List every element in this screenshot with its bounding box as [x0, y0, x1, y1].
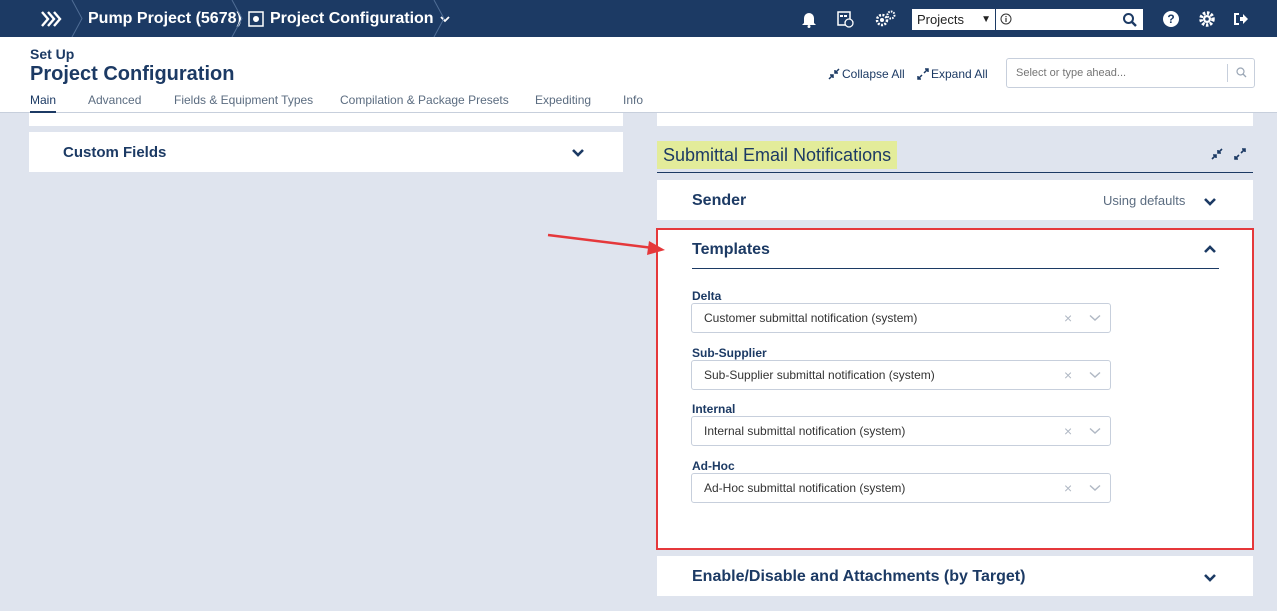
breadcrumb-separator-icon: [433, 0, 445, 37]
sender-panel[interactable]: Sender Using defaults: [657, 180, 1253, 220]
tab-advanced[interactable]: Advanced: [88, 93, 141, 113]
breadcrumb-separator-icon: [231, 0, 243, 37]
info-icon: [1000, 13, 1012, 25]
previous-panel-bottom: [657, 113, 1253, 126]
breadcrumb-config-label: Project Configuration: [270, 9, 434, 27]
project-scope-value: Projects: [917, 12, 964, 27]
expand-all-button[interactable]: Expand All: [917, 67, 988, 81]
project-scope-select[interactable]: Projects ▼: [912, 9, 995, 30]
chevron-down-icon[interactable]: [1203, 573, 1217, 583]
tab-main[interactable]: Main: [30, 93, 57, 113]
expand-arrows-icon: [917, 68, 929, 80]
menu-icon[interactable]: [40, 8, 62, 30]
svg-text:?: ?: [1167, 12, 1174, 26]
caret-down-icon: ▼: [981, 14, 991, 25]
chevron-down-icon[interactable]: [1203, 197, 1217, 207]
breadcrumb-project-label: Pump Project (5678): [88, 9, 242, 27]
page-title: Project Configuration: [30, 63, 235, 85]
config-gear-icon: [248, 10, 264, 27]
logout-icon[interactable]: [1230, 8, 1252, 30]
tab-info[interactable]: Info: [623, 93, 643, 113]
collapse-arrows-icon: [828, 68, 840, 80]
setup-label: Set Up: [30, 46, 75, 62]
tab-compilation-package-presets[interactable]: Compilation & Package Presets: [340, 93, 509, 113]
custom-fields-panel[interactable]: Custom Fields: [29, 132, 623, 172]
collapse-all-button[interactable]: Collapse All: [828, 67, 905, 81]
page-header: Set Up Project Configuration Main Advanc…: [0, 37, 1277, 113]
enable-disable-title: Enable/Disable and Attachments (by Targe…: [692, 568, 1026, 585]
breadcrumb-separator-icon: [71, 0, 83, 37]
gear-icon[interactable]: [1196, 8, 1218, 30]
typeahead-divider: [1227, 64, 1228, 82]
enable-disable-panel[interactable]: Enable/Disable and Attachments (by Targe…: [657, 556, 1253, 596]
expand-all-label: Expand All: [931, 67, 988, 81]
custom-fields-title: Custom Fields: [63, 144, 167, 161]
calendar-icon[interactable]: [834, 8, 856, 30]
collapse-all-label: Collapse All: [842, 67, 905, 81]
bell-icon[interactable]: [798, 8, 820, 30]
tab-expediting[interactable]: Expediting: [535, 93, 591, 113]
sender-status: Using defaults: [1103, 193, 1186, 208]
chevron-down-icon[interactable]: [571, 148, 585, 158]
annotation-arrow-icon: [547, 233, 665, 255]
collapse-arrows-icon[interactable]: [1210, 147, 1224, 161]
help-icon[interactable]: ?: [1160, 8, 1182, 30]
breadcrumb-project[interactable]: Pump Project (5678): [88, 0, 242, 37]
section-divider: [657, 172, 1253, 173]
typeahead-input[interactable]: [1007, 59, 1217, 87]
previous-panel-bottom: [29, 113, 623, 126]
typeahead-search[interactable]: [1006, 58, 1255, 88]
section-title: Submittal Email Notifications: [657, 141, 898, 169]
expand-arrows-icon[interactable]: [1233, 147, 1247, 161]
search-icon[interactable]: [1119, 9, 1141, 30]
sender-title: Sender: [692, 192, 747, 209]
tab-fields-equipment-types[interactable]: Fields & Equipment Types: [174, 93, 313, 113]
top-nav-bar: Pump Project (5678) Project Configuratio…: [0, 0, 1277, 37]
cogs-icon[interactable]: [874, 8, 896, 30]
breadcrumb-project-configuration[interactable]: Project Configuration: [248, 0, 450, 37]
annotation-highlight-box: [656, 228, 1254, 550]
search-icon[interactable]: [1234, 65, 1250, 81]
